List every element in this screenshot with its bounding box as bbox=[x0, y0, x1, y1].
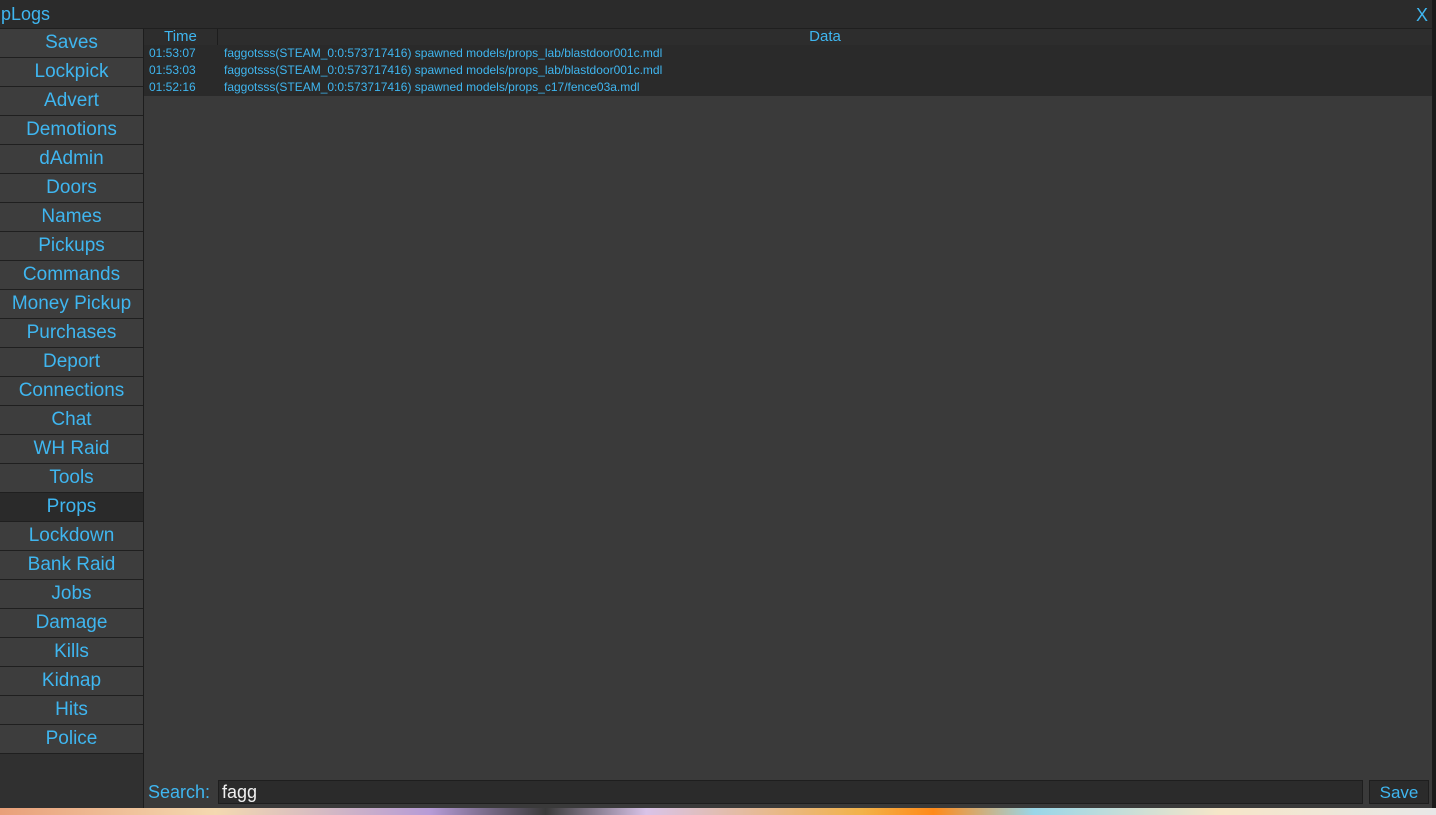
plogs-window: pLogs X Saves Lockpick Advert Demotions dAdm… bbox=[0, 0, 1433, 808]
title-bar: pLogs X bbox=[0, 0, 1432, 29]
table-row[interactable]: 01:53:03 faggotsss(STEAM_0:0:573717416) s… bbox=[144, 62, 1432, 79]
sidebar-item-jobs[interactable]: Jobs bbox=[0, 580, 143, 609]
table-row[interactable]: 01:52:16 faggotsss(STEAM_0:0:573717416) s… bbox=[144, 79, 1432, 96]
row-data: faggotsss(STEAM_0:0:573717416) spawned m… bbox=[224, 46, 663, 60]
sidebar-item-saves[interactable]: Saves bbox=[0, 29, 143, 58]
sidebar-item-kills[interactable]: Kills bbox=[0, 638, 143, 667]
sidebar-item-names[interactable]: Names bbox=[0, 203, 143, 232]
search-bar: Search: Save bbox=[144, 778, 1432, 808]
sidebar-item-advert[interactable]: Advert bbox=[0, 87, 143, 116]
sidebar-item-chat[interactable]: Chat bbox=[0, 406, 143, 435]
row-time: 01:53:03 bbox=[149, 63, 196, 77]
column-header-time[interactable]: Time bbox=[144, 29, 218, 45]
search-label: Search: bbox=[148, 782, 211, 802]
row-data: faggotsss(STEAM_0:0:573717416) spawned m… bbox=[224, 80, 640, 94]
sidebar-item-dadmin[interactable]: dAdmin bbox=[0, 145, 143, 174]
sidebar-item-connections[interactable]: Connections bbox=[0, 377, 143, 406]
sidebar-item-props[interactable]: Props bbox=[0, 493, 143, 522]
row-time: 01:53:07 bbox=[149, 46, 196, 60]
table-row[interactable]: 01:53:07 faggotsss(STEAM_0:0:573717416) s… bbox=[144, 45, 1432, 62]
column-header-data[interactable]: Data bbox=[218, 29, 1432, 45]
log-rows: 01:53:07 faggotsss(STEAM_0:0:573717416) s… bbox=[144, 45, 1432, 96]
sidebar-item-purchases[interactable]: Purchases bbox=[0, 319, 143, 348]
row-time: 01:52:16 bbox=[149, 80, 196, 94]
sidebar-item-commands[interactable]: Commands bbox=[0, 261, 143, 290]
window-title: pLogs bbox=[1, 4, 51, 24]
sidebar-item-deport[interactable]: Deport bbox=[0, 348, 143, 377]
save-button[interactable]: Save bbox=[1369, 780, 1429, 804]
sidebar-item-damage[interactable]: Damage bbox=[0, 609, 143, 638]
sidebar-item-lockdown[interactable]: Lockdown bbox=[0, 522, 143, 551]
sidebar-item-doors[interactable]: Doors bbox=[0, 174, 143, 203]
row-data: faggotsss(STEAM_0:0:573717416) spawned m… bbox=[224, 63, 663, 77]
sidebar-item-hits[interactable]: Hits bbox=[0, 696, 143, 725]
search-input[interactable] bbox=[218, 780, 1363, 804]
log-panel: Time Data 01:53:07 faggotsss(STEAM_0:0:57… bbox=[144, 29, 1432, 808]
sidebar-item-pickups[interactable]: Pickups bbox=[0, 232, 143, 261]
table-header: Time Data bbox=[144, 29, 1432, 46]
sidebar-item-wh-raid[interactable]: WH Raid bbox=[0, 435, 143, 464]
sidebar-item-kidnap[interactable]: Kidnap bbox=[0, 667, 143, 696]
sidebar-item-bank-raid[interactable]: Bank Raid bbox=[0, 551, 143, 580]
close-button[interactable]: X bbox=[1416, 5, 1428, 26]
sidebar-item-lockpick[interactable]: Lockpick bbox=[0, 58, 143, 87]
category-list: Saves Lockpick Advert Demotions dAdmin Doors N… bbox=[0, 29, 143, 754]
sidebar-item-police[interactable]: Police bbox=[0, 725, 143, 754]
sidebar-item-money-pickup[interactable]: Money Pickup bbox=[0, 290, 143, 319]
sidebar-item-tools[interactable]: Tools bbox=[0, 464, 143, 493]
category-sidebar: Saves Lockpick Advert Demotions dAdmin Doors N… bbox=[0, 29, 144, 808]
sidebar-item-demotions[interactable]: Demotions bbox=[0, 116, 143, 145]
